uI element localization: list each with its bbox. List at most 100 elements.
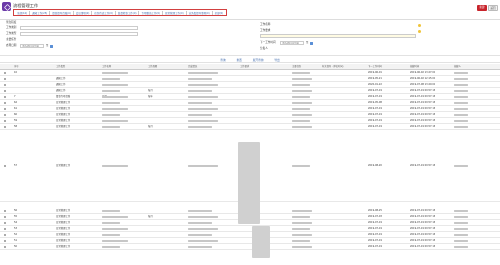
cell-created: 2019-07-19 09:57:16 <box>410 245 436 248</box>
back-button[interactable]: 返回 <box>488 5 498 11</box>
reset-button[interactable]: 重置 <box>237 58 242 62</box>
tab-notice[interactable]: 通知工作(25) <box>30 10 51 15</box>
tab-task[interactable]: 任务传达工作(0) <box>92 10 116 15</box>
redacted-text <box>292 77 312 81</box>
redacted-text <box>454 107 468 111</box>
row-checkbox[interactable] <box>4 125 7 129</box>
redacted-text <box>188 71 218 75</box>
redacted-text <box>454 125 468 129</box>
redacted-text <box>102 221 120 225</box>
redacted-text <box>188 95 218 99</box>
redacted-text <box>188 89 212 93</box>
calendar-icon[interactable] <box>50 44 53 48</box>
row-checkbox[interactable] <box>4 101 7 105</box>
cell-next-time: 2019-08-20 <box>368 164 382 167</box>
redacted-text <box>102 119 128 123</box>
redacted-text <box>102 107 128 111</box>
row-checkbox[interactable] <box>4 164 7 168</box>
query-toolbar: 查询 重置 展开查询 导出 <box>0 55 500 63</box>
redacted-text <box>292 239 310 243</box>
redacted-text <box>188 101 212 105</box>
redacted-text <box>292 215 310 219</box>
tab-inspection[interactable]: 监督检查工作(0) <box>116 10 140 15</box>
redacted-text <box>102 245 120 249</box>
redacted-text <box>292 233 312 237</box>
cell-created: 2019-07-19 09:57:16 <box>410 164 436 167</box>
redacted-text <box>454 245 468 249</box>
redacted-text <box>454 113 468 117</box>
redacted-text <box>102 209 120 213</box>
query-button[interactable]: 查询 <box>220 58 225 62</box>
next-time-input[interactable]: 请选择时间范围 <box>280 40 304 46</box>
redacted-text <box>188 125 212 129</box>
redacted-text <box>454 215 468 219</box>
redacted-text <box>454 227 468 231</box>
calendar-icon-2[interactable] <box>310 41 313 45</box>
export-button[interactable]: 导出 <box>274 58 279 62</box>
redacted-text <box>188 113 212 117</box>
row-checkbox[interactable] <box>4 233 7 237</box>
row-checkbox[interactable] <box>4 119 7 123</box>
row-checkbox[interactable] <box>4 227 7 231</box>
redacted-text <box>102 71 128 75</box>
date-to-label: 至 <box>46 44 49 47</box>
redacted-text <box>292 227 310 231</box>
redacted-block-2 <box>252 226 270 258</box>
row-checkbox[interactable] <box>4 113 7 117</box>
row-checkbox[interactable] <box>4 209 7 213</box>
required-star-icon-2 <box>418 29 421 33</box>
new-button[interactable]: 新建 <box>477 5 487 11</box>
row-checkbox[interactable] <box>4 89 7 93</box>
redacted-text <box>454 239 468 243</box>
redacted-text <box>102 77 120 81</box>
date-range-input[interactable]: 请选择时间范围 <box>20 43 44 49</box>
row-checkbox[interactable] <box>4 71 7 75</box>
row-checkbox[interactable] <box>4 245 7 249</box>
redacted-text <box>188 239 218 243</box>
redacted-text <box>102 113 120 117</box>
tab-rectification[interactable]: 专项整治工作(0) <box>139 10 164 15</box>
redacted-text <box>292 164 310 168</box>
row-checkbox[interactable] <box>4 239 7 243</box>
redacted-text <box>292 119 310 123</box>
redacted-text <box>454 233 468 237</box>
row-checkbox[interactable] <box>4 77 7 81</box>
row-checkbox[interactable] <box>4 107 7 111</box>
redacted-text <box>188 215 218 219</box>
table-row[interactable]: 50 日常管理工作 2019-07-19 2019-07-19 09:57:16 <box>0 244 500 250</box>
redacted-text <box>188 164 218 168</box>
row-checkbox[interactable] <box>4 83 7 87</box>
type-select[interactable] <box>20 31 138 37</box>
redacted-text <box>454 77 468 81</box>
redacted-text <box>292 101 312 105</box>
category-select[interactable] <box>20 25 138 31</box>
row-checkbox[interactable] <box>4 221 7 225</box>
redacted-text <box>454 164 468 168</box>
cell-index: 50 <box>14 245 18 248</box>
tab-business[interactable]: 业务类督导事项(0) <box>187 10 213 15</box>
work-name-input[interactable] <box>260 34 416 39</box>
tab-meeting[interactable]: 会议事项(0) <box>74 10 93 15</box>
redacted-text <box>454 119 468 123</box>
redacted-text <box>102 89 120 93</box>
tab-daily[interactable]: 日常管理工作(0) <box>163 10 187 15</box>
row-checkbox[interactable] <box>4 95 7 99</box>
redacted-text <box>292 245 312 249</box>
label-distributor: 分发人 <box>260 47 268 50</box>
row-checkbox[interactable] <box>4 215 7 219</box>
redacted-text <box>454 221 468 225</box>
cell-index: 57 <box>14 164 18 167</box>
redacted-text <box>454 89 468 93</box>
redacted-text <box>454 209 468 213</box>
expand-query-button[interactable]: 展开查询 <box>253 58 264 62</box>
redacted-text <box>102 83 128 87</box>
tab-supervision[interactable]: 督查督导台账(0) <box>50 10 74 15</box>
redacted-text <box>102 227 128 231</box>
redacted-text <box>188 221 212 225</box>
tab-all[interactable]: 全部(10) <box>15 10 31 15</box>
tab-all-2[interactable]: 全部(0) <box>213 11 226 15</box>
redacted-text <box>102 233 120 237</box>
required-star-icon <box>418 23 421 27</box>
app-logo-icon <box>2 2 11 11</box>
redacted-text <box>454 83 468 87</box>
